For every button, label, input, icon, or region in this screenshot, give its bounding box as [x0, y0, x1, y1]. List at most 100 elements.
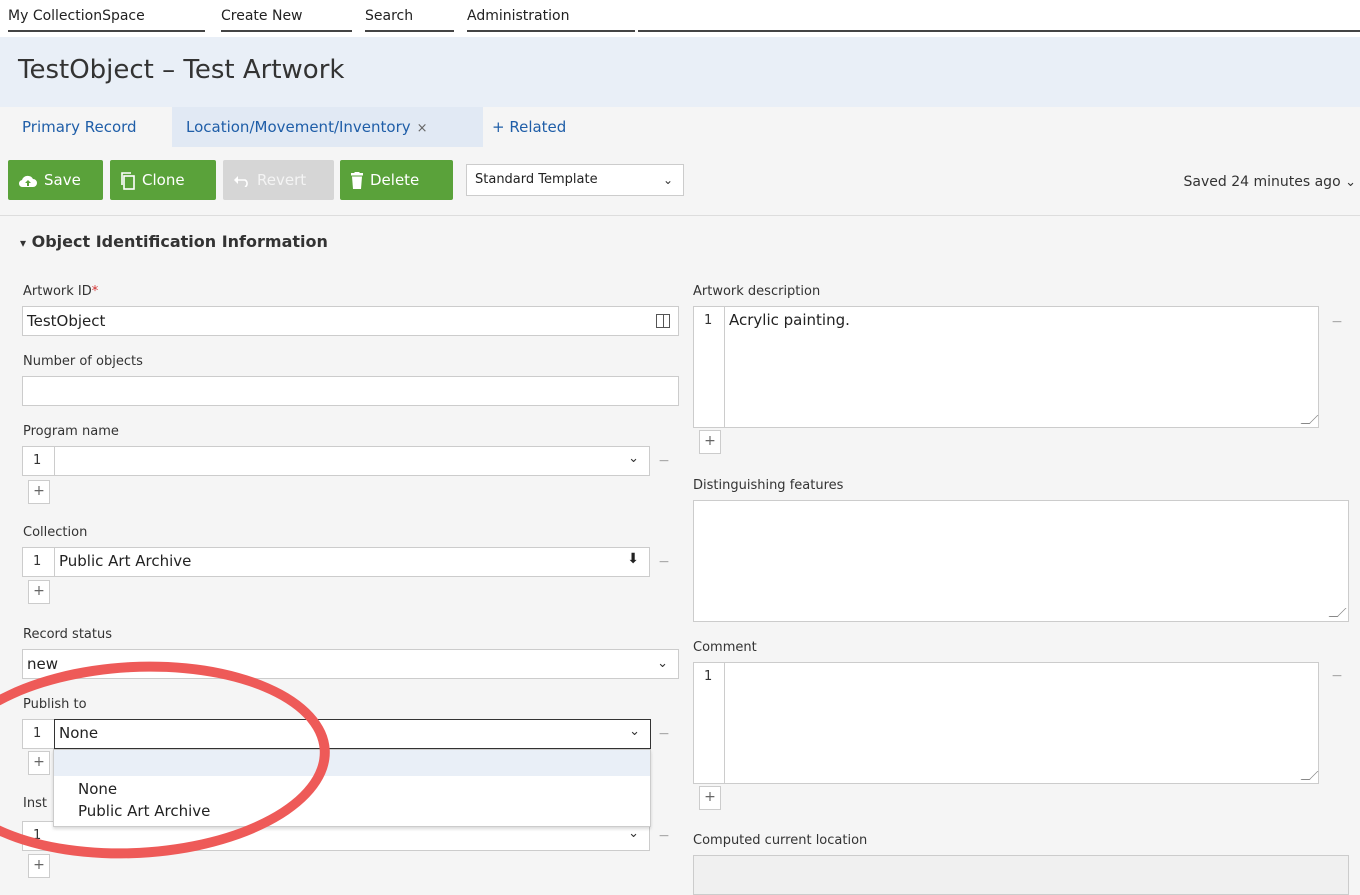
- nav-divider: [638, 30, 1360, 32]
- row-number: 1: [704, 669, 713, 684]
- add-row-button[interactable]: +: [699, 430, 721, 454]
- nav-create-new[interactable]: Create New: [221, 8, 352, 32]
- publish-to-label: Publish to: [23, 697, 87, 712]
- artwork-id-field[interactable]: TestObject: [22, 306, 679, 336]
- artwork-id-label-text: Artwork ID: [23, 284, 92, 299]
- id-generator-icon[interactable]: [656, 314, 670, 328]
- section-object-identification[interactable]: ▾ Object Identification Information: [20, 232, 328, 251]
- artwork-description-row: 1 Acrylic painting.: [693, 306, 1319, 428]
- template-select[interactable]: Standard Template ⌄: [466, 164, 684, 196]
- artwork-id-value: TestObject: [27, 312, 106, 330]
- nav-search[interactable]: Search: [365, 8, 454, 32]
- delete-button[interactable]: Delete: [340, 160, 453, 200]
- dropdown-empty-option[interactable]: [54, 750, 650, 776]
- collection-value[interactable]: Public Art Archive: [59, 552, 191, 570]
- saved-status[interactable]: Saved 24 minutes ago ⌄: [1184, 174, 1356, 190]
- program-name-row: 1 ⌄: [22, 446, 650, 476]
- add-row-button[interactable]: +: [28, 480, 50, 504]
- artwork-id-label: Artwork ID*: [23, 284, 98, 299]
- copy-icon: [121, 171, 135, 190]
- arrow-down-icon[interactable]: ⬇: [627, 551, 639, 567]
- chevron-down-icon: ⌄: [657, 656, 668, 671]
- row-number: 1: [704, 313, 713, 328]
- artwork-description-value: Acrylic painting.: [729, 311, 850, 329]
- record-status-value: new: [27, 655, 59, 673]
- chevron-down-icon: ⌄: [662, 173, 673, 187]
- comment-row: 1: [693, 662, 1319, 784]
- add-row-button[interactable]: +: [28, 580, 50, 604]
- collection-row: 1 Public Art Archive ⬇: [22, 547, 650, 577]
- collection-label: Collection: [23, 525, 88, 540]
- distinguishing-features-textarea[interactable]: [693, 500, 1349, 622]
- row-number: 1: [33, 828, 42, 843]
- section-title-text: Object Identification Information: [31, 232, 328, 251]
- required-marker: *: [91, 284, 99, 299]
- comment-textarea[interactable]: [724, 662, 1320, 784]
- chevron-down-icon[interactable]: ⌄: [628, 826, 639, 841]
- artwork-description-label: Artwork description: [693, 284, 821, 299]
- row-divider: [54, 447, 55, 475]
- record-tabs: Primary Record Location/Movement/Invento…: [0, 107, 1360, 147]
- artwork-description-textarea[interactable]: Acrylic painting.: [724, 306, 1320, 428]
- save-label: Save: [44, 171, 81, 189]
- caret-down-icon: ▾: [20, 236, 27, 250]
- clone-label: Clone: [142, 171, 185, 189]
- dropdown-option-none[interactable]: None: [78, 780, 117, 798]
- page-title: TestObject – Test Artwork: [18, 55, 345, 85]
- toolbar: Save Clone Revert Delete Standard Templa…: [0, 147, 1360, 216]
- chevron-down-icon[interactable]: ⌄: [628, 451, 639, 466]
- program-name-label: Program name: [23, 424, 119, 439]
- remove-row-button[interactable]: −: [653, 824, 675, 848]
- resize-handle-icon[interactable]: [1328, 608, 1347, 617]
- number-of-objects-label: Number of objects: [23, 354, 143, 369]
- revert-label: Revert: [257, 171, 307, 189]
- remove-row-button[interactable]: −: [653, 449, 675, 473]
- publish-to-select[interactable]: None ⌄: [54, 719, 651, 749]
- row-number: 1: [33, 554, 42, 569]
- row-number: 1: [33, 726, 42, 741]
- nav-administration[interactable]: Administration: [467, 8, 635, 32]
- cloud-upload-icon: [18, 175, 37, 187]
- revert-button[interactable]: Revert: [223, 160, 334, 200]
- remove-row-button[interactable]: −: [653, 722, 675, 746]
- tab-related[interactable]: + Related: [486, 107, 596, 147]
- delete-label: Delete: [370, 171, 420, 189]
- add-row-button[interactable]: +: [699, 786, 721, 810]
- resize-handle-icon[interactable]: [1300, 415, 1319, 424]
- comment-label: Comment: [693, 640, 757, 655]
- computed-current-location-label: Computed current location: [693, 833, 868, 848]
- remove-row-button[interactable]: −: [1326, 664, 1348, 688]
- template-select-value: Standard Template: [475, 172, 598, 187]
- add-row-button[interactable]: +: [28, 854, 50, 878]
- tab-location-label: Location/Movement/Inventory: [186, 118, 411, 136]
- chevron-down-icon: ⌄: [629, 724, 640, 739]
- distinguishing-features-label: Distinguishing features: [693, 478, 844, 493]
- clone-button[interactable]: Clone: [110, 160, 216, 200]
- resize-handle-icon[interactable]: [1300, 771, 1319, 780]
- record-status-select[interactable]: new ⌄: [22, 649, 679, 679]
- inst-label: Inst: [23, 796, 47, 811]
- top-nav: My CollectionSpace Create New Search Adm…: [0, 0, 1360, 38]
- add-row-button[interactable]: +: [28, 751, 50, 775]
- chevron-down-icon: ⌄: [1345, 175, 1356, 190]
- number-of-objects-field[interactable]: [22, 376, 679, 406]
- close-icon[interactable]: ×: [417, 121, 428, 136]
- row-divider: [54, 548, 55, 576]
- dropdown-option-public-art-archive[interactable]: Public Art Archive: [78, 802, 210, 820]
- nav-my-collectionspace[interactable]: My CollectionSpace: [8, 8, 205, 32]
- tab-primary-record[interactable]: Primary Record: [12, 107, 170, 147]
- publish-to-value: None: [59, 724, 99, 742]
- computed-current-location-field: [693, 855, 1349, 895]
- save-button[interactable]: Save: [8, 160, 103, 200]
- publish-to-row: 1 None ⌄: [22, 719, 651, 749]
- publish-to-dropdown-menu: None Public Art Archive: [53, 749, 651, 827]
- record-header: TestObject – Test Artwork: [0, 37, 1360, 107]
- trash-icon: [351, 171, 363, 189]
- undo-icon: [234, 175, 248, 188]
- row-number: 1: [33, 453, 42, 468]
- remove-row-button[interactable]: −: [653, 550, 675, 574]
- tab-location-movement-inventory[interactable]: Location/Movement/Inventory ×: [172, 107, 483, 147]
- record-status-label: Record status: [23, 627, 112, 642]
- saved-status-text: Saved 24 minutes ago: [1183, 174, 1341, 190]
- remove-row-button[interactable]: −: [1326, 310, 1348, 334]
